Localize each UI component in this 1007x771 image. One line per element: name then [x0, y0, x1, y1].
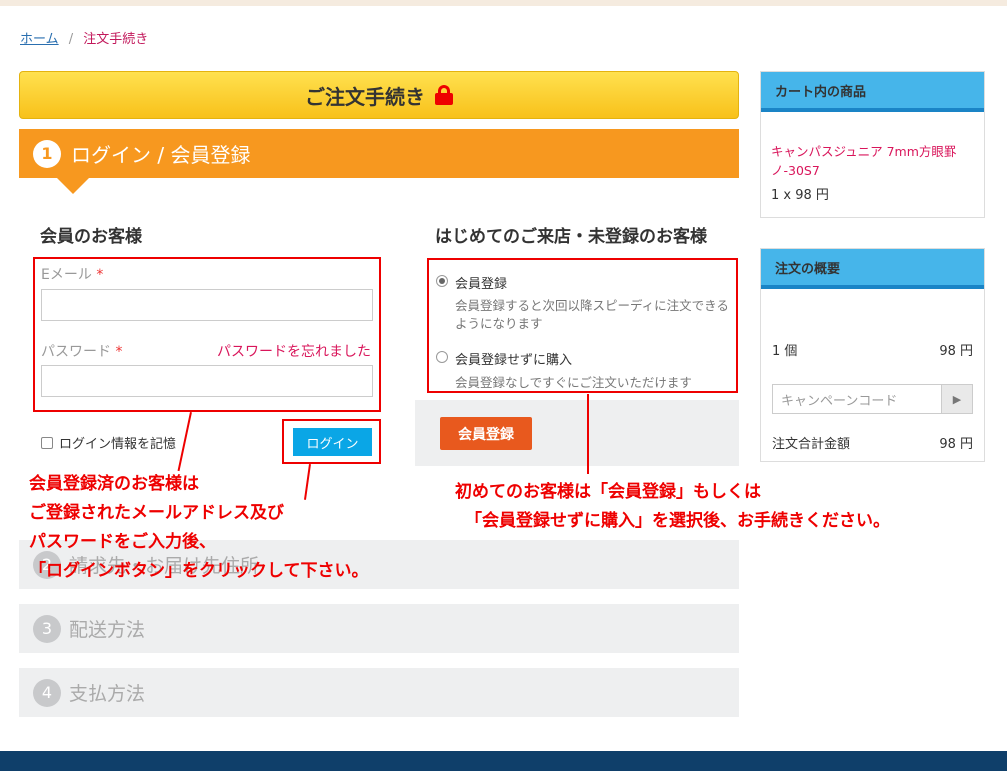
annotation-connector-left [177, 412, 192, 472]
guest-heading: はじめてのご来店・未登録のお客様 [435, 227, 707, 247]
cart-card-header: カート内の商品 [761, 72, 984, 112]
breadcrumb-home-link[interactable]: ホーム [20, 32, 59, 47]
password-field[interactable] [41, 365, 373, 397]
campaign-code-input[interactable]: キャンペーンコード [773, 385, 941, 413]
summary-total-label: 注文合計金額 [772, 437, 851, 452]
summary-total-row: 注文合計金額 98 円 [772, 433, 973, 452]
register-button[interactable]: 会員登録 [440, 417, 532, 450]
login-highlight-box: Eメール * パスワード * パスワードを忘れました [33, 257, 381, 412]
breadcrumb-separator: / [68, 32, 74, 47]
annotation-left: 会員登録済のお客様は ご登録されたメールアドレス及び パスワードをご入力後、 「… [29, 474, 369, 581]
step-title: ログイン / 会員登録 [71, 143, 251, 167]
register-option-desc-line1: 会員登録すると次回以降スピーディに注文できる [455, 298, 729, 313]
step-number-badge: 4 [33, 678, 61, 707]
campaign-code-group: キャンペーンコード ▶ [772, 384, 973, 414]
password-label: パスワード * [41, 344, 123, 360]
footer-bar [0, 751, 1007, 771]
annotation-right: 初めてのお客様は「会員登録」もしくは 「会員登録せずに購入」を選択後、お手続きく… [455, 482, 890, 531]
step-title: 支払方法 [69, 683, 146, 705]
guest-purchase-option-label[interactable]: 会員登録せずに購入 [455, 349, 572, 368]
step-number-badge: 1 [33, 139, 61, 168]
members-heading: 会員のお客様 [40, 227, 142, 247]
step-1-header[interactable]: 1 ログイン / 会員登録 [19, 129, 739, 178]
step-title: 配送方法 [69, 619, 146, 641]
step-4-header[interactable]: 4 支払方法 [19, 668, 739, 717]
cart-card: カート内の商品 キャンパスジュニア 7mm方眼罫ノ-30S7 1 x 98 円 [760, 71, 985, 218]
summary-count-label: 1 個 [772, 344, 798, 359]
login-button[interactable]: ログイン [293, 428, 372, 456]
breadcrumb-current: 注文手続き [83, 32, 149, 47]
annotation-connector-right [587, 394, 589, 474]
remember-checkbox[interactable] [41, 436, 53, 449]
guest-options-highlight-box: 会員登録 会員登録すると次回以降スピーディに注文できる ようになります 会員登録… [427, 258, 738, 393]
guest-action-panel: 会員登録 [415, 400, 739, 466]
step-3-header[interactable]: 3 配送方法 [19, 604, 739, 653]
login-button-highlight: ログイン [282, 419, 381, 464]
remember-label: ログイン情報を記憶 [59, 437, 177, 452]
summary-count-row: 1 個 98 円 [772, 340, 973, 359]
email-field[interactable] [41, 289, 373, 321]
top-bar [0, 0, 1007, 6]
summary-count-value: 98 円 [939, 344, 973, 359]
register-option-desc-line2: ようになります [455, 316, 543, 331]
cart-item-name[interactable]: キャンパスジュニア 7mm方眼罫ノ-30S7 [771, 142, 971, 180]
breadcrumb: ホーム / 注文手続き [20, 28, 148, 47]
order-summary-card: 注文の概要 1 個 98 円 キャンペーンコード ▶ 注文合計金額 98 円 [760, 248, 985, 462]
checkout-title-bar: ご注文手続き [19, 71, 739, 119]
register-radio[interactable] [436, 275, 448, 287]
order-summary-header: 注文の概要 [761, 249, 984, 289]
step-pointer-arrow [57, 178, 89, 194]
cart-item-price: 1 x 98 円 [771, 188, 829, 203]
page-title: ご注文手続き [305, 84, 425, 109]
play-icon[interactable]: ▶ [941, 385, 972, 413]
guest-purchase-option-desc: 会員登録なしですぐにご注文いただけます [455, 375, 692, 390]
remember-login[interactable]: ログイン情報を記憶 [41, 433, 176, 452]
summary-total-value: 98 円 [939, 437, 973, 452]
guest-purchase-radio[interactable] [436, 351, 448, 363]
register-option-label[interactable]: 会員登録 [455, 273, 507, 292]
email-label: Eメール * [41, 267, 104, 283]
lock-icon [435, 85, 453, 105]
forgot-password-link[interactable]: パスワードを忘れました [217, 341, 371, 361]
step-number-badge: 3 [33, 614, 61, 643]
